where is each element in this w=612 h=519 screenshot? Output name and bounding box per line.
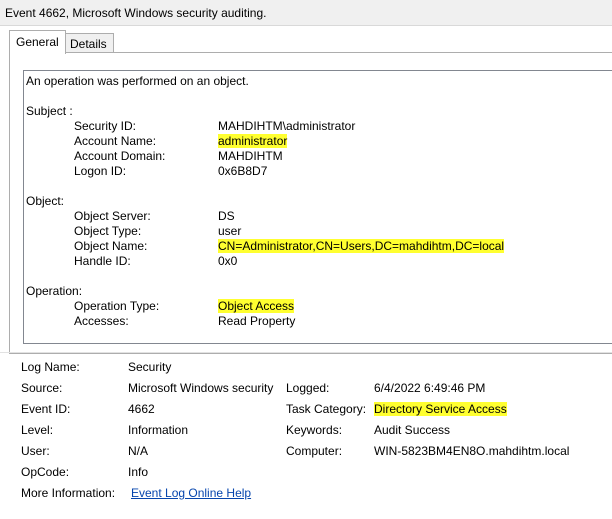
accesses-label: Accesses:	[74, 314, 129, 328]
logon-id-value: 0x6B8D7	[218, 164, 268, 178]
operation-type-highlight: Object Access	[218, 299, 295, 313]
task-category-highlight: Directory Service Access	[374, 402, 507, 416]
logged-label: Logged:	[286, 381, 330, 395]
event-description-box[interactable]: An operation was performed on an object.…	[23, 70, 612, 344]
keywords-value: Audit Success	[374, 423, 451, 437]
source-value: Microsoft Windows security	[128, 381, 274, 395]
panel-divider	[0, 352, 612, 353]
window-title: Event 4662, Microsoft Windows security a…	[5, 6, 267, 20]
source-label: Source:	[21, 381, 63, 395]
object-type-value: user	[218, 224, 242, 238]
subject-header: Subject :	[26, 104, 73, 118]
opcode-value: Info	[128, 465, 149, 479]
computer-value: WIN-5823BM4EN8O.mahdihtm.local	[374, 444, 570, 458]
user-label: User:	[21, 444, 50, 458]
description-intro: An operation was performed on an object.	[26, 74, 249, 88]
task-category-value: Directory Service Access	[374, 402, 507, 416]
account-name-label: Account Name:	[74, 134, 157, 148]
account-name-value: administrator	[218, 134, 288, 148]
tab-strip: General Details	[0, 25, 612, 54]
event-id-label: Event ID:	[21, 402, 71, 416]
more-information-label: More Information:	[21, 486, 116, 500]
object-name-highlight: CN=Administrator,CN=Users,DC=mahdihtm,DC…	[218, 239, 505, 253]
security-id-label: Security ID:	[74, 119, 137, 133]
account-name-highlight: administrator	[218, 134, 288, 148]
object-type-label: Object Type:	[74, 224, 142, 238]
level-value: Information	[128, 423, 189, 437]
object-name-label: Object Name:	[74, 239, 148, 253]
keywords-label: Keywords:	[286, 423, 343, 437]
logon-id-label: Logon ID:	[74, 164, 127, 178]
handle-id-label: Handle ID:	[74, 254, 131, 268]
log-name-value: Security	[128, 360, 172, 374]
general-tab-panel: An operation was performed on an object.…	[9, 52, 612, 354]
log-name-label: Log Name:	[21, 360, 80, 374]
object-header: Object:	[26, 194, 65, 208]
user-value: N/A	[128, 444, 149, 458]
opcode-label: OpCode:	[21, 465, 70, 479]
object-server-value: DS	[218, 209, 235, 223]
account-domain-label: Account Domain:	[74, 149, 166, 163]
operation-type-value: Object Access	[218, 299, 295, 313]
event-id-value: 4662	[128, 402, 155, 416]
handle-id-value: 0x0	[218, 254, 238, 268]
tab-general[interactable]: General	[9, 30, 66, 54]
task-category-label: Task Category:	[286, 402, 367, 416]
window-title-bar: Event 4662, Microsoft Windows security a…	[0, 0, 612, 26]
logged-value: 6/4/2022 6:49:46 PM	[374, 381, 486, 395]
security-id-value: MAHDIHTM\administrator	[218, 119, 356, 133]
event-log-online-help-link[interactable]: Event Log Online Help	[131, 486, 251, 500]
object-name-value: CN=Administrator,CN=Users,DC=mahdihtm,DC…	[218, 239, 505, 253]
accesses-value: Read Property	[218, 314, 296, 328]
operation-header: Operation:	[26, 284, 83, 298]
tab-details[interactable]: Details	[63, 33, 114, 54]
computer-label: Computer:	[286, 444, 343, 458]
operation-type-label: Operation Type:	[74, 299, 160, 313]
object-server-label: Object Server:	[74, 209, 151, 223]
level-label: Level:	[21, 423, 54, 437]
account-domain-value: MAHDIHTM	[218, 149, 283, 163]
